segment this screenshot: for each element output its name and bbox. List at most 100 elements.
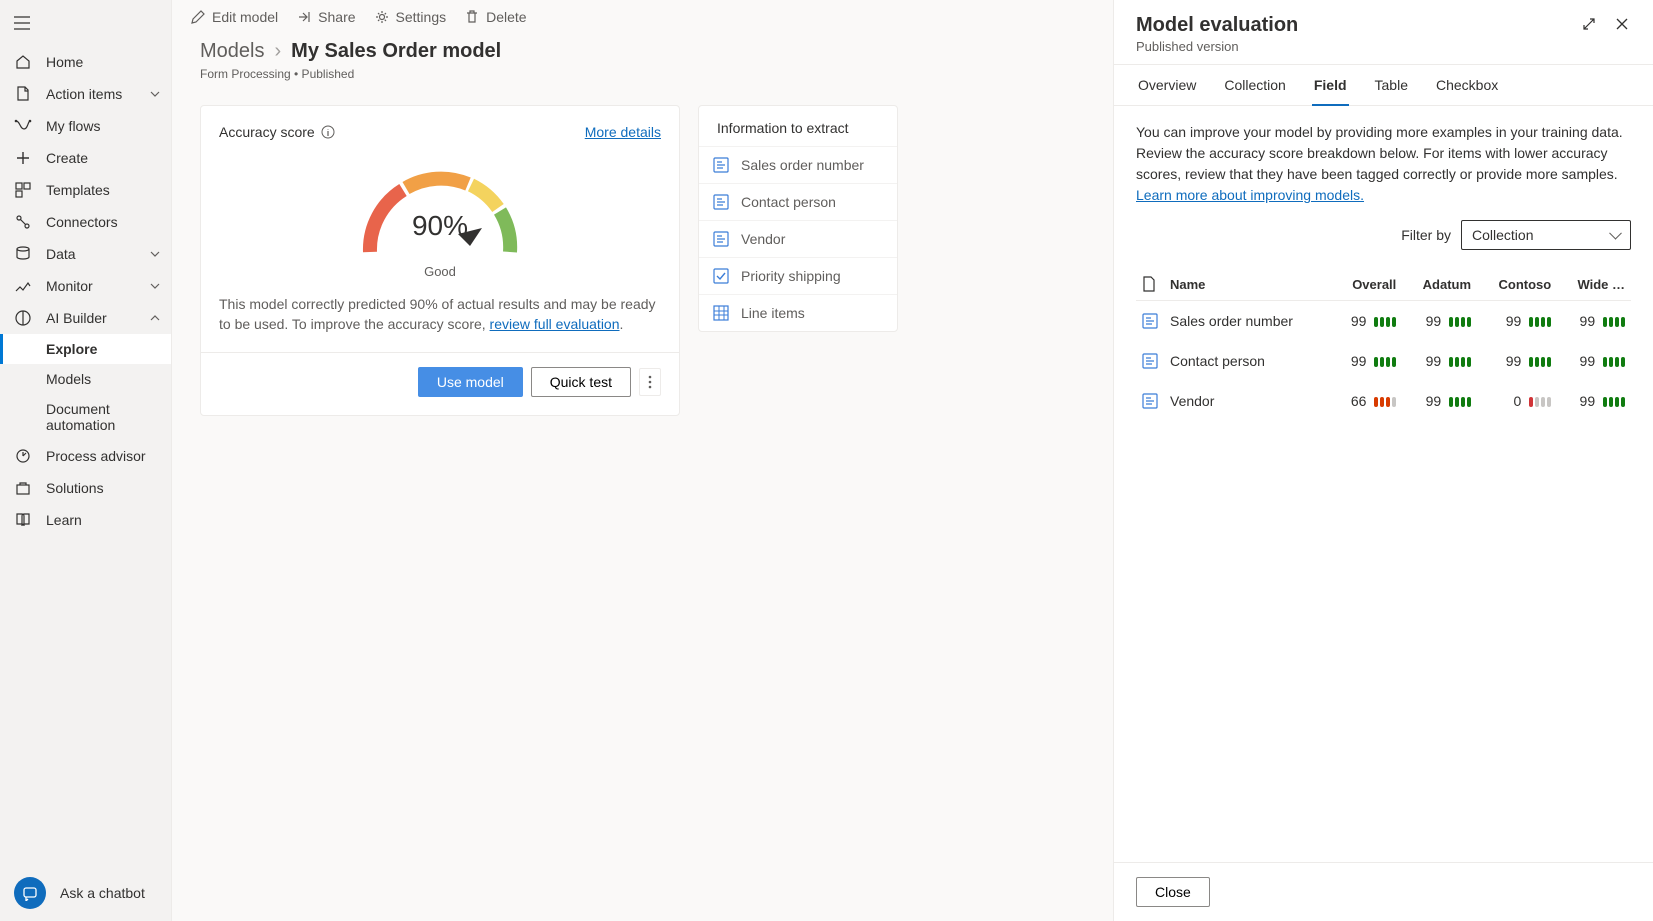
create-icon bbox=[14, 149, 32, 167]
row-name: Contact person bbox=[1164, 341, 1331, 381]
document-icon bbox=[1142, 276, 1156, 292]
sidebar-item-label: My flows bbox=[46, 118, 161, 134]
score-cell: 66 bbox=[1331, 381, 1402, 421]
info-item-label: Line items bbox=[741, 305, 805, 321]
text-field-icon bbox=[713, 231, 729, 247]
info-item[interactable]: Contact person bbox=[699, 183, 897, 220]
sidebar-item-learn[interactable]: Learn bbox=[0, 504, 171, 536]
share-button[interactable]: Share bbox=[296, 7, 355, 27]
expand-button[interactable] bbox=[1579, 14, 1599, 34]
hamburger-button[interactable] bbox=[8, 12, 36, 34]
settings-button[interactable]: Settings bbox=[374, 7, 447, 27]
accuracy-card: Accuracy score More details bbox=[200, 105, 680, 416]
sidebar-item-connectors[interactable]: Connectors bbox=[0, 206, 171, 238]
accuracy-value: 90% bbox=[350, 210, 530, 242]
info-item[interactable]: Priority shipping bbox=[699, 257, 897, 294]
info-item[interactable]: Sales order number bbox=[699, 146, 897, 183]
data-icon bbox=[14, 245, 32, 263]
sidebar-item-flows[interactable]: My flows bbox=[0, 110, 171, 142]
sidebar-item-monitor[interactable]: Monitor bbox=[0, 270, 171, 302]
breadcrumb-root[interactable]: Models bbox=[200, 40, 264, 63]
chatbot-button[interactable]: Ask a chatbot bbox=[0, 865, 171, 921]
sidebar-item-templates[interactable]: Templates bbox=[0, 174, 171, 206]
close-panel-button[interactable] bbox=[1613, 14, 1631, 34]
accuracy-label: Good bbox=[424, 264, 456, 279]
breadcrumb: Models › My Sales Order model bbox=[200, 40, 1085, 63]
info-icon[interactable] bbox=[321, 125, 335, 139]
score-cell: 99 bbox=[1557, 301, 1631, 342]
row-name: Vendor bbox=[1164, 381, 1331, 421]
tab-checkbox[interactable]: Checkbox bbox=[1434, 65, 1500, 105]
templates-icon bbox=[14, 181, 32, 199]
column-header[interactable]: Adatum bbox=[1402, 268, 1477, 301]
delete-button[interactable]: Delete bbox=[464, 7, 526, 27]
sidebar-item-doc-auto[interactable]: Document automation bbox=[0, 394, 171, 440]
sidebar-item-label: Templates bbox=[46, 182, 161, 198]
panel-tabs: Overview Collection Field Table Checkbox bbox=[1114, 65, 1653, 106]
expand-icon bbox=[1581, 16, 1597, 32]
text-field-icon bbox=[713, 194, 729, 210]
review-full-eval-link[interactable]: review full evaluation bbox=[490, 316, 620, 332]
chevron-down-icon bbox=[149, 280, 161, 292]
more-details-link[interactable]: More details bbox=[585, 124, 661, 140]
sidebar-item-label: Models bbox=[46, 371, 161, 387]
sidebar-item-models[interactable]: Models bbox=[0, 364, 171, 394]
main-area: Edit model Share Settings Delete Models … bbox=[172, 0, 1113, 921]
use-model-button[interactable]: Use model bbox=[418, 367, 523, 397]
close-button[interactable]: Close bbox=[1136, 877, 1210, 907]
row-name: Sales order number bbox=[1164, 301, 1331, 342]
sidebar-item-data[interactable]: Data bbox=[0, 238, 171, 270]
more-actions-button[interactable] bbox=[639, 368, 661, 396]
score-cell: 99 bbox=[1402, 301, 1477, 342]
column-header[interactable]: Name bbox=[1164, 268, 1331, 301]
sidebar-item-process-advisor[interactable]: Process advisor bbox=[0, 440, 171, 472]
info-card: Information to extract Sales order numbe… bbox=[698, 105, 898, 332]
delete-label: Delete bbox=[486, 9, 526, 25]
hamburger-icon bbox=[14, 16, 30, 30]
home-icon bbox=[14, 53, 32, 71]
sidebar-item-ai-builder[interactable]: AI Builder bbox=[0, 302, 171, 334]
tab-table[interactable]: Table bbox=[1373, 65, 1410, 105]
sidebar-item-label: Explore bbox=[46, 341, 161, 357]
score-cell: 99 bbox=[1402, 341, 1477, 381]
column-header[interactable]: Overall bbox=[1331, 268, 1402, 301]
filter-dropdown[interactable]: Collection bbox=[1461, 220, 1631, 250]
info-item-label: Contact person bbox=[741, 194, 836, 210]
pencil-icon bbox=[190, 9, 206, 25]
sidebar-item-explore[interactable]: Explore bbox=[0, 334, 171, 364]
info-item[interactable]: Line items bbox=[699, 294, 897, 331]
chevron-down-icon bbox=[149, 248, 161, 260]
flows-icon bbox=[14, 117, 32, 135]
quick-test-button[interactable]: Quick test bbox=[531, 367, 631, 397]
sidebar: Home Action items My flows Create Templates C… bbox=[0, 0, 172, 921]
learn-more-link[interactable]: Learn more about improving models. bbox=[1136, 187, 1364, 203]
column-header[interactable]: Wide … bbox=[1557, 268, 1631, 301]
sidebar-item-action-items[interactable]: Action items bbox=[0, 78, 171, 110]
connectors-icon bbox=[14, 213, 32, 231]
filter-value: Collection bbox=[1472, 227, 1533, 243]
solutions-icon bbox=[14, 479, 32, 497]
sidebar-item-home[interactable]: Home bbox=[0, 46, 171, 78]
action-items-icon bbox=[14, 85, 32, 103]
info-item[interactable]: Vendor bbox=[699, 220, 897, 257]
check-field-icon bbox=[713, 268, 729, 284]
tab-collection[interactable]: Collection bbox=[1222, 65, 1287, 105]
column-header[interactable]: Contoso bbox=[1477, 268, 1557, 301]
monitor-icon bbox=[14, 277, 32, 295]
sidebar-item-create[interactable]: Create bbox=[0, 142, 171, 174]
table-row[interactable]: Sales order number99 99 99 99 bbox=[1136, 301, 1631, 342]
tab-field[interactable]: Field bbox=[1312, 65, 1349, 105]
panel-title: Model evaluation bbox=[1136, 14, 1298, 37]
tab-overview[interactable]: Overview bbox=[1136, 65, 1198, 105]
share-label: Share bbox=[318, 9, 355, 25]
edit-model-button[interactable]: Edit model bbox=[190, 7, 278, 27]
chevron-up-icon bbox=[149, 312, 161, 324]
text-field-icon bbox=[1142, 353, 1158, 369]
table-row[interactable]: Contact person99 99 99 99 bbox=[1136, 341, 1631, 381]
sidebar-item-solutions[interactable]: Solutions bbox=[0, 472, 171, 504]
chatbot-icon bbox=[14, 877, 46, 909]
panel-description: You can improve your model by providing … bbox=[1136, 122, 1631, 206]
table-row[interactable]: Vendor66 99 0 99 bbox=[1136, 381, 1631, 421]
sidebar-item-label: Home bbox=[46, 54, 161, 70]
close-icon bbox=[1615, 17, 1629, 31]
